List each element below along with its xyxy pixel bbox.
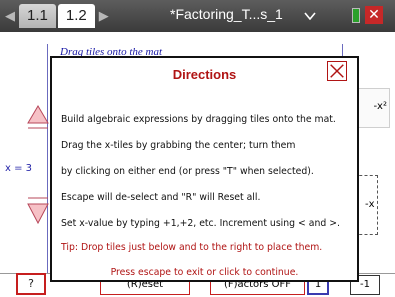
decrement-x-arrow-icon[interactable] [27, 195, 49, 225]
directions-line: by clicking on either end (or press "T" … [61, 166, 314, 177]
tile-label: -x² [373, 101, 387, 112]
directions-line: Escape will de-select and "R" will Reset… [61, 192, 261, 203]
tab-1-2[interactable]: 1.2 [57, 4, 95, 28]
tile-label: -x [365, 199, 375, 210]
dialog-footer: Press escape to exit or click to continu… [110, 267, 299, 278]
tab-scroll-left-icon[interactable]: ◀ [3, 9, 17, 24]
increment-x-arrow-icon[interactable] [27, 105, 49, 131]
directions-line: Drag the x-tiles by grabbing the center;… [61, 140, 296, 151]
directions-line: Build algebraic expressions by dragging … [61, 114, 336, 125]
dialog-title: Directions [172, 67, 237, 82]
battery-icon [352, 8, 360, 23]
directions-tip: Tip: Drop tiles just below and to the ri… [61, 242, 323, 253]
document-menu-chevron-icon[interactable] [304, 12, 316, 20]
directions-dialog[interactable]: Directions Build algebraic expressions b… [50, 56, 359, 282]
left-panel [6, 44, 48, 274]
help-button[interactable]: ? [16, 273, 46, 295]
tab-scroll-right-icon[interactable]: ▶ [97, 9, 111, 24]
x-value-label: x = 3 [5, 163, 33, 174]
close-document-icon[interactable]: ✕ [365, 6, 383, 24]
tab-1-1[interactable]: 1.1 [19, 4, 56, 28]
dialog-close-icon[interactable] [327, 61, 347, 81]
document-title: *Factoring_T...s_1 [170, 6, 283, 22]
directions-line: Set x-value by typing +1,+2, etc. Increm… [61, 218, 340, 229]
